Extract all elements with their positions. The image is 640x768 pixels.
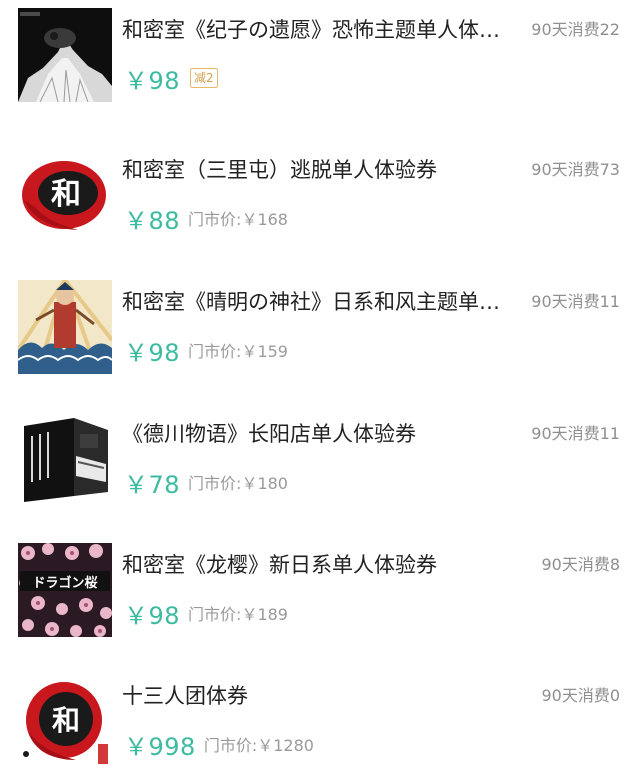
deal-title[interactable]: 和密室《晴明の神社》日系和风主题单人体验券 [122, 286, 506, 318]
game-box-graphic [18, 412, 112, 506]
game-box-image[interactable] [18, 412, 112, 506]
poster-title-text: ドラゴン桜 [32, 575, 97, 591]
deal-item[interactable]: 和密室《晴明の神社》日系和风主题单人体验券 90天消费11 ￥98 门市价:￥1… [0, 272, 640, 404]
sales-count: 90天消费11 [531, 424, 620, 443]
sales-count: 90天消费8 [541, 555, 620, 574]
deal-price: ￥98 [124, 601, 181, 630]
deal-title[interactable]: 十三人团体券 [122, 680, 506, 712]
price-row: ￥88 门市价:￥168 [124, 198, 288, 238]
deal-price: ￥998 [124, 732, 196, 761]
dark-horror-poster-image[interactable] [18, 8, 112, 102]
ukiyoe-poster-graphic [18, 280, 112, 374]
deal-item[interactable]: 和密室《纪子の遗愿》恐怖主题单人体验券 90天消费22 ￥98 减2 [0, 0, 640, 132]
original-price: 门市价:￥1280 [203, 736, 314, 755]
deal-item[interactable]: 《德川物语》长阳店单人体验券 90天消费11 ￥78 门市价:￥180 [0, 404, 640, 536]
deal-price: ￥98 [124, 338, 181, 367]
deal-item[interactable]: 和 十三人团体券 90天消费0 ￥998 门市价:￥1280 [0, 666, 640, 768]
deal-title[interactable]: 《德川物语》长阳店单人体验券 [122, 418, 506, 450]
deal-title[interactable]: 和密室（三里屯）逃脱单人体验券 [122, 154, 506, 186]
logo-text: 和 [52, 704, 80, 737]
he-logo-graphic: 和 [18, 148, 112, 242]
deal-item[interactable]: ドラゴン桜 和密室《龙樱》新日系单人体验券 90天消费8 ￥98 门市价:￥18… [0, 535, 640, 667]
original-price: 门市价:￥180 [188, 474, 288, 493]
sales-count: 90天消费22 [531, 20, 620, 39]
price-row: ￥78 门市价:￥180 [124, 462, 288, 502]
price-row: ￥98 减2 [124, 58, 218, 98]
seal-stamp [98, 744, 108, 764]
sales-count: 90天消费73 [531, 160, 620, 179]
deal-price: ￥78 [124, 470, 181, 499]
he-logo-graphic: 和 [18, 674, 112, 768]
logo-text: 和 [51, 177, 81, 212]
price-row: ￥98 门市价:￥189 [124, 593, 288, 633]
deal-title[interactable]: 和密室《纪子の遗愿》恐怖主题单人体验券 [122, 14, 506, 46]
sakura-poster-image[interactable]: ドラゴン桜 [18, 543, 112, 637]
original-price: 门市价:￥168 [188, 210, 288, 229]
price-row: ￥98 门市价:￥159 [124, 330, 288, 370]
he-logo-image[interactable]: 和 [18, 674, 112, 768]
original-price: 门市价:￥159 [188, 342, 288, 361]
deal-list: 和密室《纪子の遗愿》恐怖主题单人体验券 90天消费22 ￥98 减2 和 和密室… [0, 0, 640, 768]
sakura-poster-graphic: ドラゴン桜 [18, 543, 112, 637]
deal-title[interactable]: 和密室《龙樱》新日系单人体验券 [122, 549, 506, 581]
ukiyoe-poster-image[interactable] [18, 280, 112, 374]
sales-count: 90天消费11 [531, 292, 620, 311]
original-price: 门市价:￥189 [188, 605, 288, 624]
dark-horror-poster-graphic [18, 8, 112, 102]
he-logo-image[interactable]: 和 [18, 148, 112, 242]
sales-count: 90天消费0 [541, 686, 620, 705]
deal-price: ￥88 [124, 206, 181, 235]
discount-badge: 减2 [190, 68, 218, 88]
price-row: ￥998 门市价:￥1280 [124, 724, 314, 764]
deal-price: ￥98 [124, 66, 181, 95]
deal-item[interactable]: 和 和密室（三里屯）逃脱单人体验券 90天消费73 ￥88 门市价:￥168 [0, 140, 640, 272]
